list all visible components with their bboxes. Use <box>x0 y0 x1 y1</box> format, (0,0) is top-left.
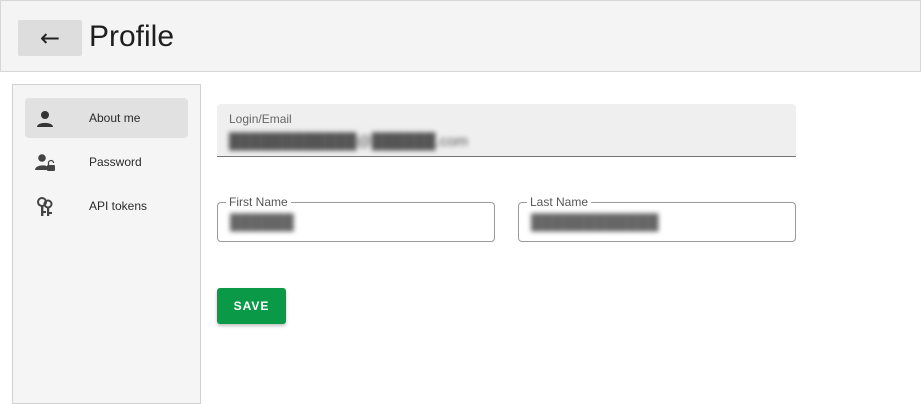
sidebar-item-api-tokens[interactable]: API tokens <box>25 186 188 226</box>
save-button[interactable]: SAVE <box>217 288 286 324</box>
login-email-label: Login/Email <box>229 112 292 126</box>
arrow-left-icon: ← <box>39 24 61 52</box>
last-name-label: Last Name <box>527 195 592 209</box>
person-icon <box>34 108 56 130</box>
sidebar-item-label: About me <box>89 111 141 125</box>
first-name-label: First Name <box>226 195 291 209</box>
first-name-value: ██████ <box>230 214 294 231</box>
keys-icon <box>34 196 56 218</box>
person-lock-icon <box>34 152 56 174</box>
sidebar-item-label: API tokens <box>89 199 148 213</box>
page-title: Profile <box>89 20 175 53</box>
last-name-value: ████████████ <box>531 214 659 231</box>
login-email-field[interactable]: Login/Email ████████████@██████.com <box>217 104 796 157</box>
first-name-field[interactable]: First Name ██████ <box>217 195 495 242</box>
app-header: ← Profile <box>0 0 921 72</box>
login-email-value: ████████████@██████.com <box>229 133 469 150</box>
sidebar-item-label: Password <box>89 155 142 169</box>
sidebar-item-password[interactable]: Password <box>25 142 188 182</box>
last-name-field[interactable]: Last Name ████████████ <box>518 195 796 242</box>
sidebar: About me Password API tokens <box>12 84 201 404</box>
sidebar-item-about-me[interactable]: About me <box>25 98 188 138</box>
back-button[interactable]: ← <box>18 20 82 56</box>
